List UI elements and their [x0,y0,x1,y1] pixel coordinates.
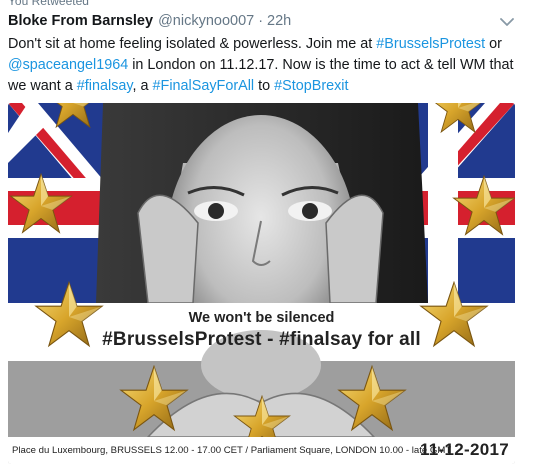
hashtag-link[interactable]: #finalsay [77,78,133,94]
hashtag-link[interactable]: #FinalSayForAll [153,78,255,94]
chevron-down-icon[interactable] [499,16,515,28]
separator-dot: · [258,13,264,29]
tweet-timestamp[interactable]: 22h [267,13,291,29]
poster-footer-venues: Place du Luxembourg, BRUSSELS 12.00 - 17… [12,445,452,456]
retweet-note: You Retweeted [8,0,89,8]
author-name[interactable]: Bloke From Barnsley [8,13,153,29]
tweet-text-segment: or [485,36,502,52]
hashtag-link[interactable]: #BrusselsProtest [376,36,485,52]
mention-link[interactable]: @spaceangel1964 [8,57,128,73]
poster-slogan: We won't be silenced [188,310,335,326]
tweet-header: Bloke From Barnsley @nickynoo007 · 22h [8,13,511,29]
poster-hashtags: #BrusselsProtest - #finalsay for all [102,329,421,350]
tweet-text: Don't sit at home feeling isolated & pow… [8,34,528,97]
tweet-media-image[interactable]: We won't be silenced #BrusselsProtest - … [8,103,515,464]
tweet-text-segment: , a [132,78,153,94]
protest-poster-graphic [8,103,515,464]
author-handle[interactable]: @nickynoo007 [158,13,254,29]
tweet-text-segment: to [254,78,275,94]
tweet-text-segment: Don't sit at home feeling isolated & pow… [8,36,377,52]
hashtag-link[interactable]: #StopBrexit [274,78,348,94]
poster-footer-date: 11-12-2017 [419,440,509,459]
